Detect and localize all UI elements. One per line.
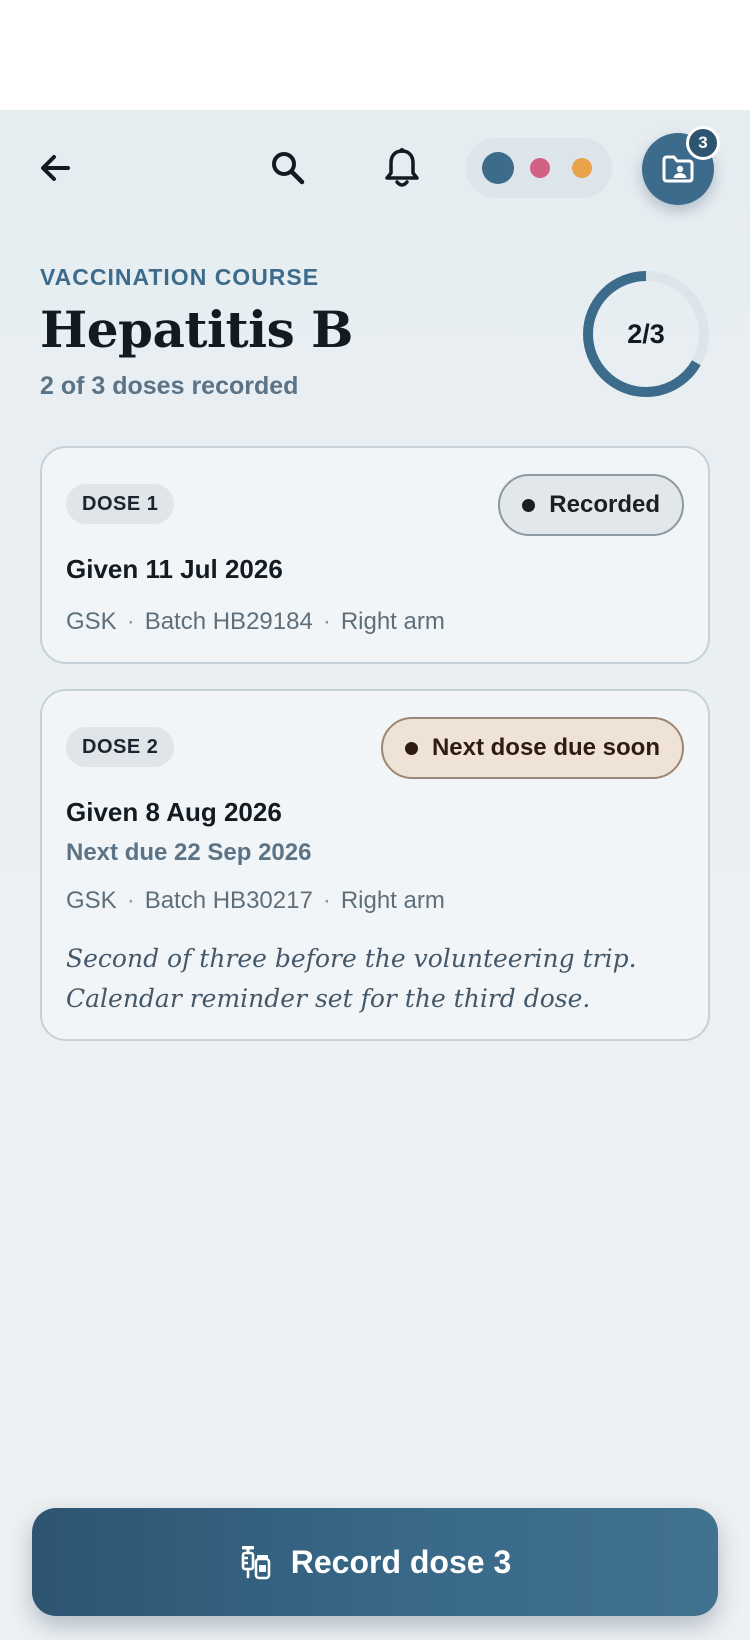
injection-site: Right arm xyxy=(340,887,445,914)
course-eyebrow: VACCINATION COURSE xyxy=(40,264,320,290)
theme-dot-pink[interactable] xyxy=(530,158,550,178)
status-dot xyxy=(404,741,418,755)
status-badge: Recorded xyxy=(498,474,684,536)
given-date: Given 8 Aug 2026 xyxy=(66,797,282,827)
separator: · xyxy=(126,608,135,635)
batch-number: Batch HB29184 xyxy=(144,608,313,635)
back-button[interactable] xyxy=(26,138,86,198)
search-icon xyxy=(272,152,305,185)
back-arrow-icon xyxy=(41,155,70,181)
separator: · xyxy=(322,608,331,635)
theme-color-picker[interactable] xyxy=(466,138,612,198)
status-label: Recorded xyxy=(549,491,660,518)
record-dose-label: Record dose 3 xyxy=(290,1543,512,1580)
folder-person-icon xyxy=(662,155,694,183)
status-bar-area xyxy=(0,0,750,110)
dose-meta: GSK · Batch HB30217 · Right arm xyxy=(66,887,445,915)
dose-chip: DOSE 2 xyxy=(66,727,175,767)
status-label: Next dose due soon xyxy=(431,734,660,761)
records-count-badge: 3 xyxy=(686,126,720,160)
given-date: Given 11 Jul 2026 xyxy=(66,554,283,584)
course-subtitle: 2 of 3 doses recorded xyxy=(40,372,299,400)
progress-label: 2/3 xyxy=(627,318,665,349)
theme-dot-blue[interactable] xyxy=(482,152,514,184)
search-button[interactable] xyxy=(258,138,318,198)
notifications-button[interactable] xyxy=(372,138,432,198)
record-dose-button[interactable]: Record dose 3 xyxy=(32,1508,718,1616)
status-badge: Next dose due soon xyxy=(380,717,684,779)
separator: · xyxy=(126,887,135,914)
dose-note: Second of three before the volunteering … xyxy=(66,944,637,1013)
batch-number: Batch HB30217 xyxy=(144,887,313,914)
separator: · xyxy=(322,887,331,914)
manufacturer: GSK xyxy=(66,887,117,914)
theme-dot-orange[interactable] xyxy=(572,158,592,178)
status-dot xyxy=(522,498,536,512)
manufacturer: GSK xyxy=(66,608,117,635)
dose-meta: GSK · Batch HB29184 · Right arm xyxy=(66,608,445,636)
dose-card[interactable]: DOSE 1 Recorded Given 11 Jul 2026 GSK · … xyxy=(40,446,710,664)
injection-site: Right arm xyxy=(340,608,445,635)
syringe-vial-icon xyxy=(241,1546,271,1580)
bell-icon xyxy=(385,148,419,187)
page-title: Hepatitis B xyxy=(40,300,353,359)
dose-card[interactable]: DOSE 2 Next dose due soon Given 8 Aug 20… xyxy=(40,689,710,1041)
next-due-date: Next due 22 Sep 2026 xyxy=(66,839,312,866)
dose-chip: DOSE 1 xyxy=(66,484,175,524)
